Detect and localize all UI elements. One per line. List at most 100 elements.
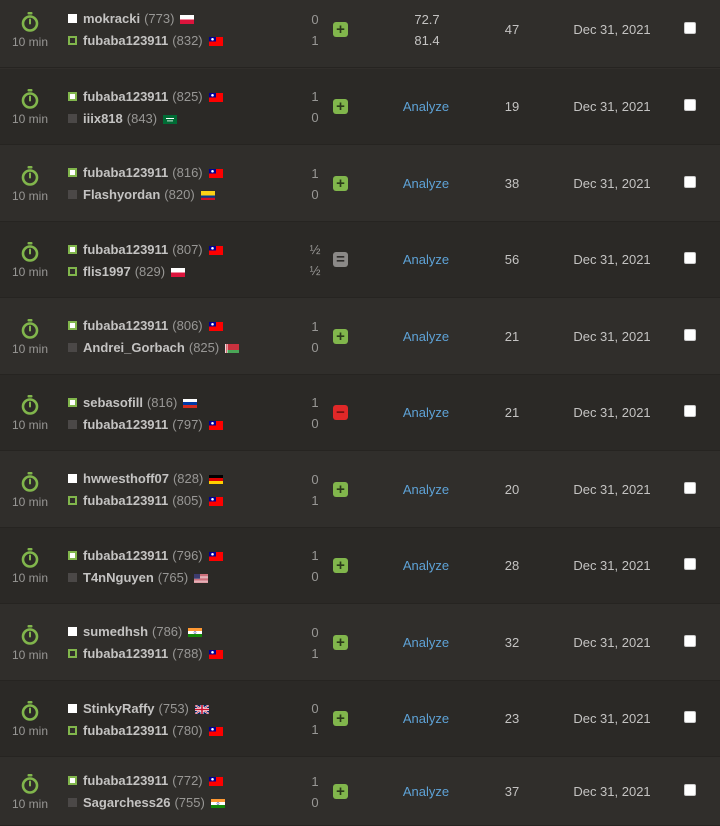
player-top: sebasofill (816) [68,391,223,413]
game-row[interactable]: 10 min hwwesthoff07 (828) fubaba123911 (805)… [0,451,720,528]
time-control-label: 10 min [11,724,49,738]
analyze-link[interactable]: Analyze [392,635,460,650]
time-control-label: 10 min [11,494,49,509]
piece-color-square [68,244,77,254]
analyze-link[interactable]: Analyze [392,784,460,799]
analyze-link[interactable]: Analyze [392,558,460,573]
scores: 10 [306,86,324,128]
time-control-label: 10 min [11,112,49,126]
select-checkbox[interactable] [684,328,696,341]
player-name[interactable]: iiix818 [83,111,123,126]
game-row[interactable]: 10 min fubaba123911 (807) flis1997 (829) ½ ½ = A… [0,222,720,298]
accuracy[interactable]: 72.7 81.4 [392,9,462,51]
analyze-link[interactable]: Analyze [392,176,460,191]
result-draw-icon: = [333,252,348,267]
analyze-link[interactable]: Analyze [392,482,460,497]
player-name[interactable]: sebasofill [83,395,143,410]
time-control: 10 min [4,165,56,203]
player-name[interactable]: fubaba123911 [83,33,168,48]
select-checkbox[interactable] [684,252,696,264]
moves-count: 23 [504,711,520,726]
game-row[interactable]: 10 min mokracki (773) fubaba123911 (832) 0 1 +7… [0,0,720,68]
game-row[interactable]: 10 min fubaba123911 (816) Flashyordan (820) 1… [0,145,720,222]
player-name[interactable]: fubaba123911 [83,417,168,432]
score-top: 1 [311,165,319,181]
player-bottom: fubaba123911 (805) [68,490,223,512]
select-checkbox[interactable] [684,21,696,34]
colombia-flag-icon [195,187,215,202]
select-checkbox[interactable] [684,634,696,647]
player-name[interactable]: Andrei_Gorbach [83,340,185,355]
game-row[interactable]: 10 min StinkyRaffy (753) fubaba123911 (780) 0… [0,681,720,757]
score-bottom: 1 [311,645,319,661]
player-name[interactable]: StinkyRaffy [83,701,155,716]
stopwatch-icon [4,701,56,721]
analyze-link[interactable]: Analyze [392,252,460,267]
analyze-link[interactable]: Analyze [392,329,460,344]
player-name[interactable]: fubaba123911 [83,773,168,788]
player-name[interactable]: fubaba123911 [83,165,168,180]
game-row[interactable]: 10 min sumedhsh (786) fubaba123911 (788) 0 1 + A… [0,604,720,681]
time-control: 10 min [4,11,56,49]
player-name[interactable]: T4nNguyen [83,570,154,585]
piece-color-square [68,550,77,560]
score-top: 1 [311,318,319,334]
select-checkbox[interactable] [684,405,696,417]
select-checkbox[interactable] [684,558,696,570]
game-row[interactable]: 10 min fubaba123911 (806) Andrei_Gorbach (82… [0,298,720,375]
game-row[interactable]: 10 min sebasofill (816) fubaba123911 (797) 1 0… [0,375,720,451]
taiwan-flag-icon [203,548,223,563]
players: fubaba123911 (796) T4nNguyen (765) [68,544,223,588]
player-top: hwwesthoff07 (828) [68,468,224,490]
game-row[interactable]: 10 min fubaba123911 (772) Sagarchess26 (755)… [0,757,720,826]
moves-count: 20 [504,481,520,497]
player-name[interactable]: Flashyordan [83,187,160,202]
player-name[interactable]: flis1997 [83,264,131,279]
player-name[interactable]: fubaba123911 [83,548,168,563]
game-row[interactable]: 10 min fubaba123911 (796) T4nNguyen (765) 1 0 +… [0,528,720,604]
score-top: 1 [311,773,319,789]
taiwan-flag-icon [203,318,223,333]
player-name[interactable]: fubaba123911 [83,242,168,257]
moves-count: 32 [504,634,520,650]
score-top: 1 [311,89,319,104]
select-checkbox[interactable] [684,481,696,494]
players: fubaba123911 (772) Sagarchess26 (755) [68,770,225,814]
analyze-link[interactable]: Analyze [392,711,460,726]
game-date: Dec 31, 2021 [573,328,651,344]
player-name[interactable]: sumedhsh [83,624,148,639]
piece-color-square [68,36,77,45]
player-name[interactable]: fubaba123911 [83,89,168,104]
player-name[interactable]: mokracki [83,11,140,26]
analyze-link[interactable]: Analyze [392,99,460,114]
select-checkbox[interactable] [684,783,696,796]
analyze-link[interactable]: Analyze [392,405,460,420]
score-top: 0 [311,11,319,27]
player-name[interactable]: hwwesthoff07 [83,471,169,486]
stopwatch-icon [4,395,56,415]
select-checkbox[interactable] [684,99,696,111]
select-checkbox[interactable] [684,175,696,188]
player-name[interactable]: fubaba123911 [83,493,168,508]
player-name[interactable]: Sagarchess26 [83,795,170,810]
score-bottom: 1 [311,32,319,48]
moves-count: 37 [504,783,520,799]
stopwatch-icon [4,318,56,339]
players: sebasofill (816) fubaba123911 (797) [68,391,223,435]
piece-color-square [68,703,77,713]
piece-color-square [68,266,77,276]
player-name[interactable]: fubaba123911 [83,723,168,738]
accuracy-top: 72.7 [414,11,440,27]
stopwatch-icon [4,242,56,262]
moves-count: 38 [504,175,520,191]
score-top: 1 [311,395,319,410]
player-rating: (773) [144,11,175,26]
game-row[interactable]: 10 min fubaba123911 (825) iiix818 (843) 1 0 + An… [0,69,720,145]
player-name[interactable]: fubaba123911 [83,646,168,661]
select-checkbox[interactable] [684,711,696,723]
player-name[interactable]: fubaba123911 [83,318,168,333]
piece-color-square [68,496,77,505]
scores: 01 [306,9,324,51]
time-control-label: 10 min [11,265,49,279]
accuracy-bottom: 81.4 [414,32,440,48]
